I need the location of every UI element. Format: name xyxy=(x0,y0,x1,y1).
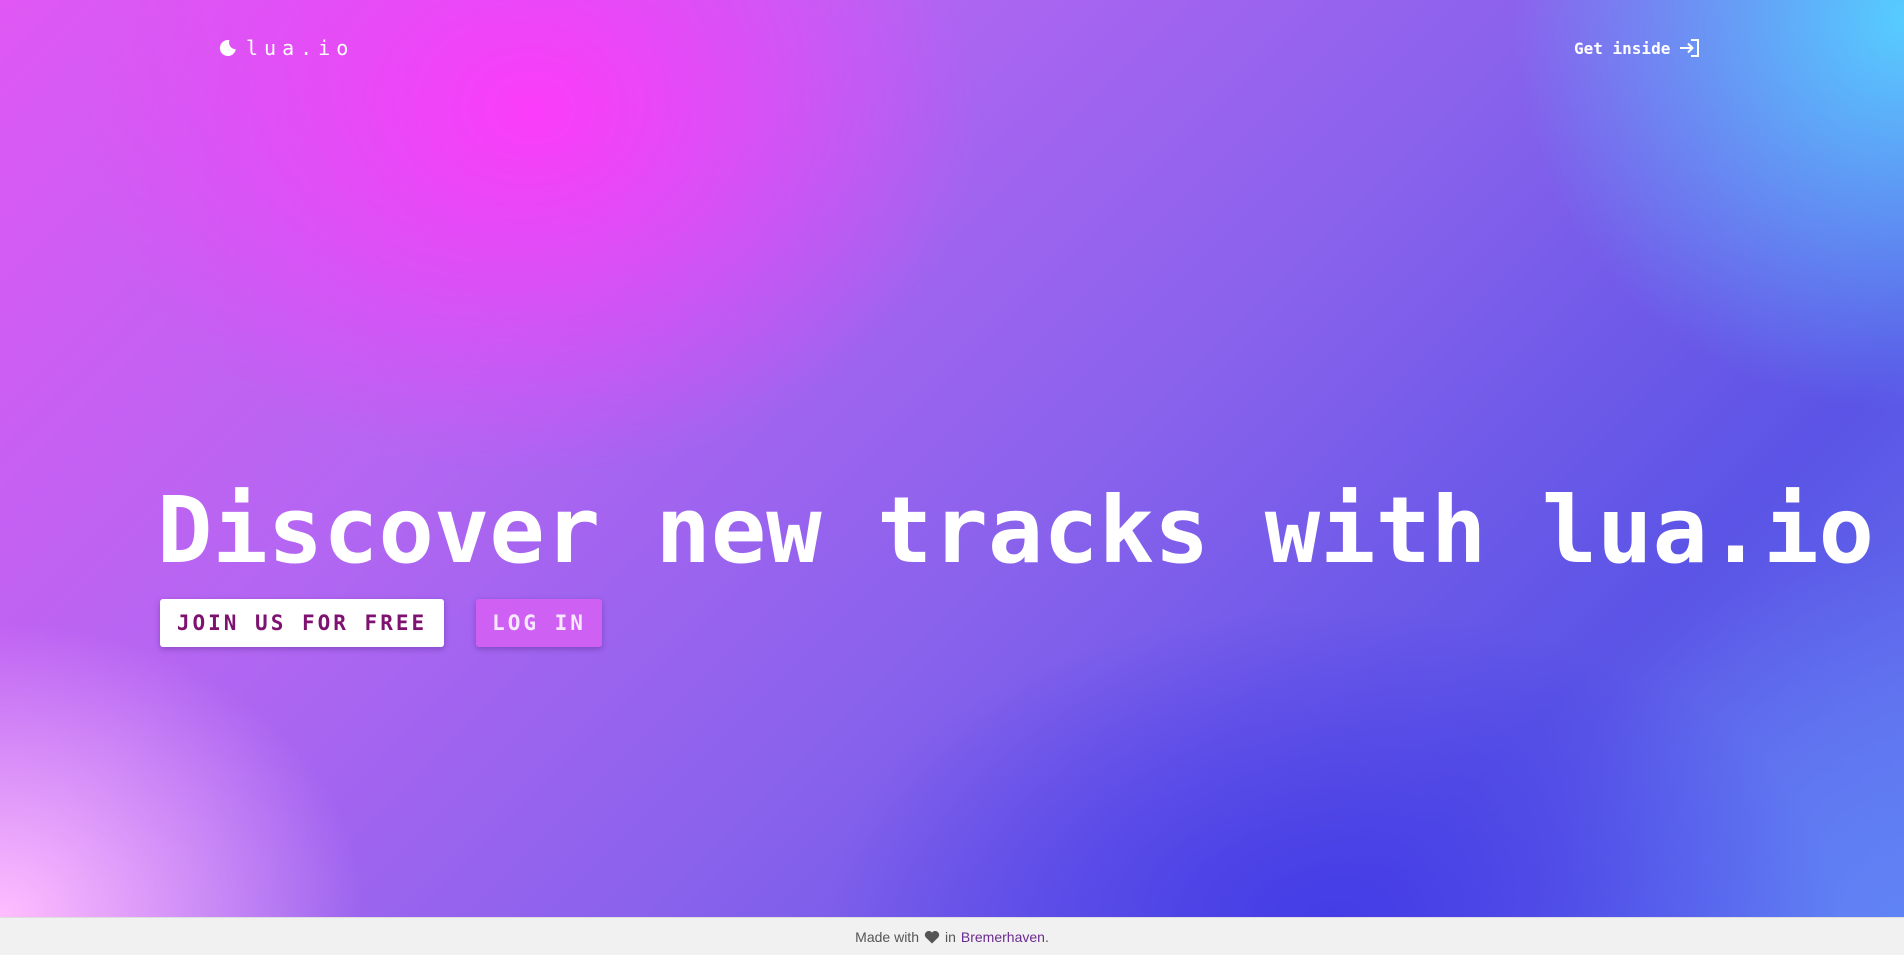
footer-prefix: Made with xyxy=(855,928,919,945)
logo-text: lua.io xyxy=(246,36,355,60)
footer: Made with in Bremerhaven . xyxy=(0,917,1904,955)
hero-headline: Discover new tracks with lua.io xyxy=(157,477,1875,584)
get-inside-link[interactable]: Get inside xyxy=(1574,38,1701,58)
footer-in: in xyxy=(944,928,956,945)
get-inside-label: Get inside xyxy=(1574,38,1671,58)
footer-city-link[interactable]: Bremerhaven xyxy=(961,929,1045,945)
logo-link[interactable]: lua.io xyxy=(218,36,354,60)
heart-icon xyxy=(924,930,940,944)
join-free-button[interactable]: JOIN US FOR FREE xyxy=(160,599,444,647)
moon-icon xyxy=(218,38,238,58)
sign-in-icon xyxy=(1679,38,1701,58)
footer-suffix: . xyxy=(1044,928,1049,945)
top-nav: lua.io Get inside xyxy=(0,0,1904,100)
hero-section: lua.io Get inside Discover new tracks wi… xyxy=(0,0,1904,917)
login-button[interactable]: LOG IN xyxy=(476,599,602,647)
